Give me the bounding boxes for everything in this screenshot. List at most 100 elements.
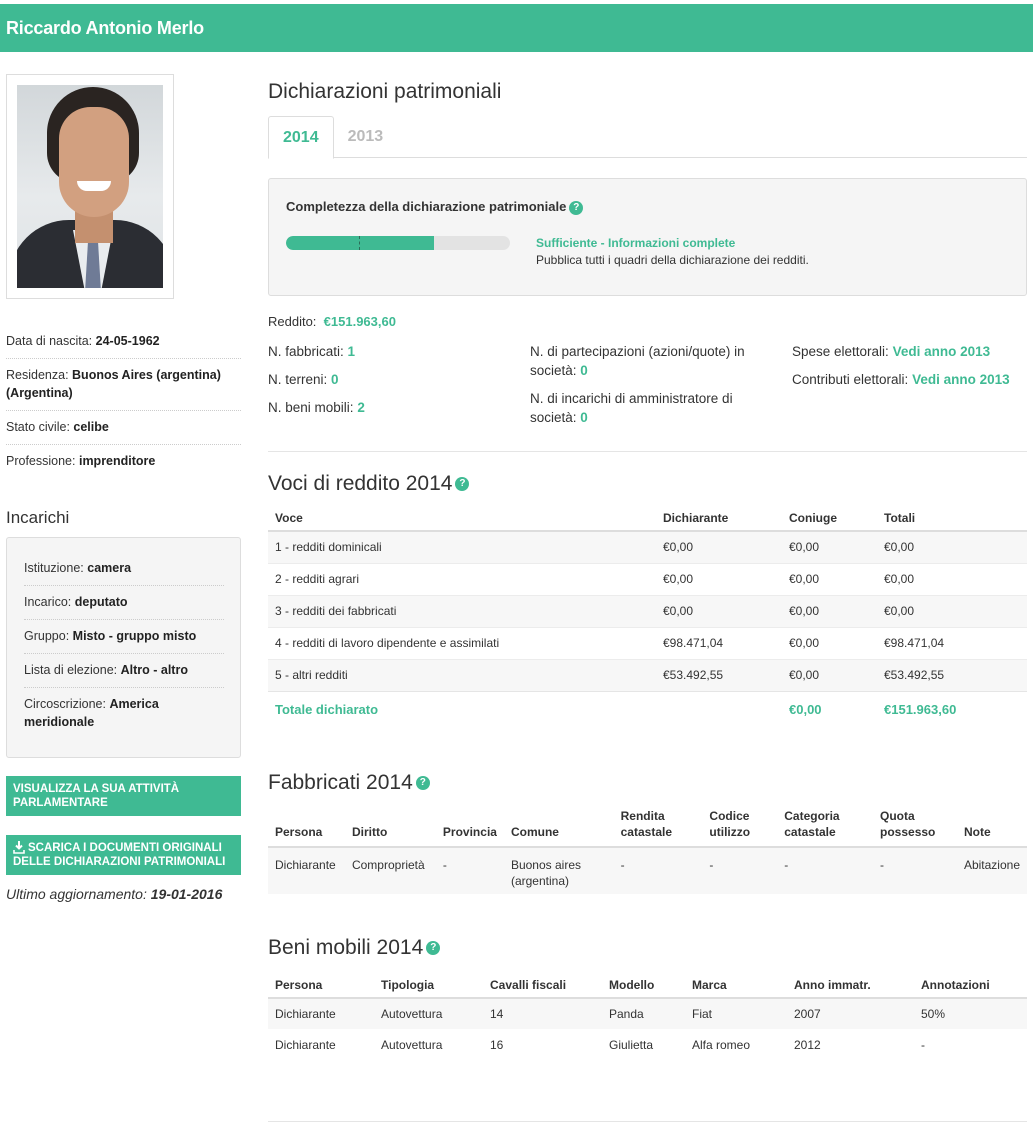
- progress-marker: [359, 236, 360, 250]
- fabbricati-section: Fabbricati 2014? Persona Diritto Provinc…: [268, 771, 1027, 894]
- stat-label: N. fabbricati:: [268, 344, 344, 359]
- table-cell: €0,00: [877, 530, 1027, 563]
- table-cell: €0,00: [782, 626, 877, 659]
- last-updated: Ultimo aggiornamento: 19-01-2016: [6, 886, 241, 902]
- beni-mobili-table: Persona Tipologia Cavalli fiscali Modell…: [268, 972, 1027, 1060]
- column-header: Annotazioni: [914, 972, 1027, 999]
- table-cell: Fiat: [685, 998, 787, 1029]
- tab-2013[interactable]: 2013: [334, 116, 398, 157]
- column-header: Cavalli fiscali: [483, 972, 602, 999]
- table-cell: 50%: [914, 998, 1027, 1029]
- incarico-label: Circoscrizione:: [24, 697, 106, 711]
- table-row: Dichiarante Autovettura 16 Giulietta Alf…: [268, 1029, 1027, 1060]
- stat-reddito: Reddito: €151.963,60: [268, 314, 396, 329]
- table-cell: €0,00: [782, 562, 877, 595]
- bio-label: Data di nascita:: [6, 334, 93, 348]
- tab-2014[interactable]: 2014: [268, 116, 334, 159]
- help-icon[interactable]: ?: [569, 200, 584, 215]
- table-cell: 14: [483, 998, 602, 1029]
- stats-column-3: Spese elettorali: Vedi anno 2013 Contrib…: [792, 342, 1010, 398]
- bio-residence: Residenza: Buonos Aires (argentina) (Arg…: [6, 359, 241, 411]
- table-cell: Dichiarante: [268, 998, 374, 1029]
- download-documents-button[interactable]: SCARICA I DOCUMENTI ORIGINALI DELLE DICH…: [6, 835, 241, 875]
- stat-fabbricati: N. fabbricati: 1: [268, 342, 365, 361]
- table-cell: €0,00: [782, 658, 877, 691]
- stat-label: Contributi elettorali:: [792, 372, 909, 387]
- sidebar: Data di nascita: 24-05-1962 Residenza: B…: [6, 74, 241, 902]
- table-cell: 4 - redditi di lavoro dipendente e assim…: [268, 626, 656, 659]
- table-cell: [656, 690, 782, 727]
- table-row: 4 - redditi di lavoro dipendente e assim…: [268, 626, 1027, 659]
- bio-list: Data di nascita: 24-05-1962 Residenza: B…: [6, 325, 241, 478]
- table-cell: Abitazione: [956, 847, 1027, 894]
- column-header: Anno immatr.: [787, 972, 914, 999]
- table-cell: €0,00: [877, 562, 1027, 595]
- stat-label: Reddito:: [268, 314, 317, 329]
- column-header: Note: [956, 807, 1027, 848]
- stat-terreni: N. terreni: 0: [268, 370, 365, 389]
- table-row: 5 - altri redditi €53.492,55 €0,00 €53.492,…: [268, 658, 1027, 691]
- profile-photo-frame: [6, 74, 174, 299]
- table-row: 3 - redditi dei fabbricati €0,00 €0,00 €0,0…: [268, 594, 1027, 627]
- bio-label: Professione:: [6, 454, 76, 468]
- table-cell: Autovettura: [381, 1037, 443, 1052]
- incarico-value: Misto - gruppo misto: [72, 629, 197, 643]
- stat-value: 0: [331, 372, 339, 387]
- bottom-divider: [268, 1121, 1027, 1122]
- year-tabs: 2014 2013: [268, 116, 1027, 159]
- incarico-value: deputato: [74, 595, 128, 609]
- voci-table: Voce Dichiarante Coniuge Totali 1 - redd…: [268, 508, 1027, 727]
- voci-title-text: Voci di reddito 2014: [268, 472, 453, 495]
- spese-elettorali-link[interactable]: Vedi anno 2013: [893, 344, 991, 359]
- table-row: Dichiarante Autovettura 14 Panda Fiat 20…: [268, 998, 1027, 1029]
- table-cell: 5 - altri redditi: [268, 658, 656, 691]
- column-header: Quota possesso: [873, 807, 957, 848]
- last-updated-label: Ultimo aggiornamento:: [6, 886, 147, 902]
- incarico-ruolo: Incarico: deputato: [24, 586, 224, 620]
- column-header: Voce: [268, 508, 656, 532]
- column-header: Coniuge: [782, 508, 877, 532]
- completeness-title: Completezza della dichiarazione patrimon…: [286, 199, 1009, 215]
- help-icon[interactable]: ?: [415, 776, 430, 791]
- stats-column-2: N. di partecipazioni (azioni/quote) in s…: [530, 342, 770, 436]
- table-cell: Panda: [602, 998, 685, 1029]
- contributi-elettorali-link[interactable]: Vedi anno 2013: [912, 372, 1010, 387]
- bio-birth: Data di nascita: 24-05-1962: [6, 325, 241, 359]
- column-header: Dichiarante: [656, 508, 782, 532]
- completeness-box: Completezza della dichiarazione patrimon…: [268, 178, 1027, 296]
- incarico-value: Altro - altro: [120, 663, 188, 677]
- view-activity-label: VISUALIZZA LA SUA ATTIVITÀ PARLAMENTARE: [13, 783, 180, 809]
- help-icon[interactable]: ?: [455, 477, 470, 492]
- bio-value: imprenditore: [78, 454, 156, 468]
- stat-incarichi-amministratore: N. di incarichi di amministratore di soc…: [530, 389, 770, 427]
- table-cell: -: [921, 1037, 925, 1052]
- table-cell: -: [613, 847, 703, 894]
- stat-spese-elettorali: Spese elettorali: Vedi anno 2013: [792, 342, 1010, 361]
- stat-value: €151.963,60: [323, 314, 396, 329]
- column-header: Categoria catastale: [777, 807, 874, 848]
- table-cell: €0,00: [877, 594, 1027, 627]
- column-header: Tipologia: [374, 972, 483, 999]
- incarichi-box: Istituzione: camera Incarico: deputato G…: [6, 537, 241, 758]
- politician-name: Riccardo Antonio Merlo: [6, 18, 204, 38]
- bio-civil-status: Stato civile: celibe: [6, 411, 241, 445]
- incarico-label: Lista di elezione:: [24, 663, 118, 677]
- column-header: Comune: [503, 807, 614, 848]
- table-row: 1 - redditi dominicali €0,00 €0,00 €0,00: [268, 530, 1027, 563]
- help-icon[interactable]: ?: [426, 941, 441, 956]
- column-header: Provincia: [435, 807, 504, 848]
- table-cell: Buonos aires (argentina): [503, 847, 614, 894]
- bio-label: Stato civile:: [6, 420, 70, 434]
- stat-value: 0: [580, 363, 588, 378]
- table-cell: 16: [490, 1037, 504, 1052]
- bio-profession: Professione: imprenditore: [6, 445, 241, 478]
- bio-label: Residenza:: [6, 368, 69, 382]
- table-cell: €0,00: [782, 530, 877, 563]
- table-cell: Autovettura: [374, 998, 483, 1029]
- total-label: Totale dichiarato: [268, 690, 656, 727]
- stat-label: N. terreni:: [268, 372, 328, 387]
- stat-beni-mobili: N. beni mobili: 2: [268, 398, 365, 417]
- fabbricati-title: Fabbricati 2014?: [268, 771, 1027, 795]
- incarico-value: camera: [87, 561, 132, 575]
- view-activity-button[interactable]: VISUALIZZA LA SUA ATTIVITÀ PARLAMENTARE: [6, 776, 241, 816]
